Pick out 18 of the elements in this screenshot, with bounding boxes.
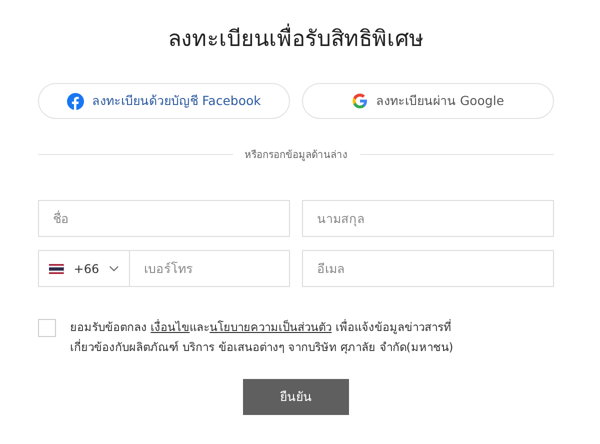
google-icon bbox=[352, 93, 368, 109]
confirm-button[interactable]: ยืนยัน bbox=[243, 379, 349, 415]
email-field[interactable]: อีเมล bbox=[302, 250, 554, 287]
facebook-signup-button[interactable]: ลงทะเบียนด้วยบัญชี Facebook bbox=[38, 83, 290, 119]
facebook-icon bbox=[67, 92, 84, 110]
country-code-select[interactable]: +66 bbox=[38, 250, 129, 287]
divider-text: หรือกรอกข้อมูลด้านล่าง bbox=[244, 148, 348, 162]
page-title: ลงทะเบียนเพื่อรับสิทธิพิเศษ bbox=[38, 24, 554, 56]
policy-link[interactable]: เงื่อนไข bbox=[150, 320, 190, 334]
consent-checkbox[interactable] bbox=[38, 319, 56, 337]
policy-link[interactable]: นโยบายความเป็นส่วนตัว bbox=[210, 320, 332, 334]
thai-flag-icon bbox=[49, 262, 64, 274]
google-signup-button[interactable]: ลงทะเบียนผ่าน Google bbox=[302, 83, 554, 119]
last-name-field[interactable]: นามสกุล bbox=[302, 200, 554, 237]
chevron-down-icon bbox=[109, 264, 119, 272]
first-name-field[interactable]: ชื่อ bbox=[38, 200, 290, 237]
phone-field[interactable]: เบอร์โทร bbox=[129, 250, 290, 287]
consent-text: ยอมรับข้อตกลง เงื่อนไขและนโยบายความเป็นส่วนตัว เพื่อแจ้งข้อมูลข่าวสารที่ เกี่ยวข้องกับผลิตภัณฑ์ บริการ ข้อเสนอต่างๆ จากบริษัท ศุภาลัย จำกัด(มหาชน) bbox=[70, 318, 454, 356]
